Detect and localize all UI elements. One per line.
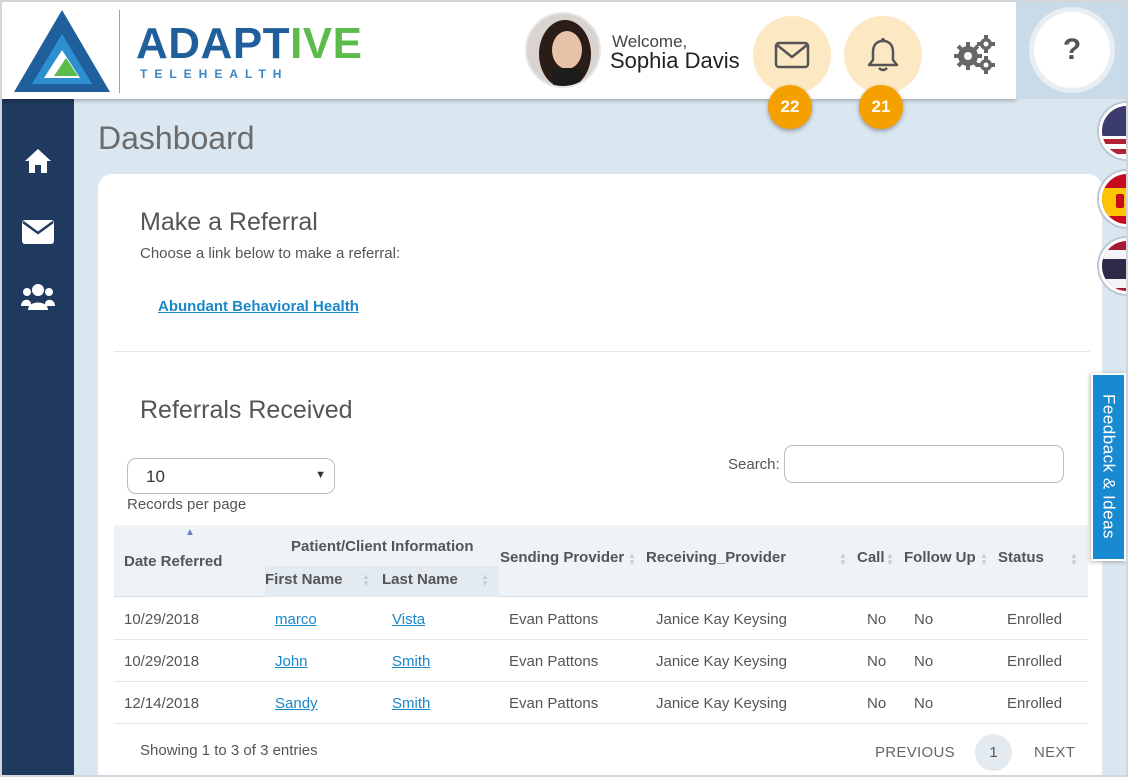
spain-flag-icon[interactable] — [1099, 171, 1128, 227]
search-input[interactable] — [784, 445, 1064, 483]
referrals-received-title: Referrals Received — [140, 396, 353, 424]
settings-gear-icon[interactable] — [952, 34, 996, 74]
cell-receiving-provider: Janice Kay Keysing — [656, 695, 787, 712]
home-icon[interactable] — [2, 141, 74, 181]
column-follow-up[interactable]: Follow Up — [904, 549, 976, 566]
brand-name-part1: ADAPT — [136, 19, 291, 68]
table-row: 12/14/2018 Sandy Smith Evan Pattons Jani… — [114, 682, 1088, 724]
messages-count-badge: 22 — [768, 85, 812, 129]
cell-follow-up: No — [914, 611, 934, 628]
column-receiving-provider[interactable]: Receiving_Provider — [646, 549, 786, 566]
brand-subtitle: TELEHEALTH — [140, 67, 289, 81]
column-date-referred[interactable]: Date Referred — [124, 553, 222, 570]
cell-status: Enrolled — [1007, 695, 1063, 712]
messages-button[interactable] — [753, 16, 831, 94]
cell-call: No — [867, 695, 887, 712]
page-size-select[interactable]: 10 ▼ — [127, 458, 335, 494]
sort-icon[interactable]: ▲ ▼ — [886, 552, 894, 567]
sort-icon[interactable]: ▲ ▼ — [481, 573, 489, 588]
sort-icon[interactable]: ▲ ▼ — [628, 552, 636, 567]
sidebar — [2, 99, 74, 775]
page-title: Dashboard — [98, 120, 255, 156]
records-per-page-label: Records per page — [127, 496, 247, 513]
cell-sending-provider: Evan Pattons — [509, 611, 599, 628]
column-last-name[interactable]: Last Name — [382, 571, 458, 588]
first-name-link[interactable]: John — [275, 653, 308, 670]
bell-icon — [867, 38, 899, 72]
last-name-link[interactable]: Smith — [392, 653, 430, 670]
sort-ascending-icon[interactable]: ▲ — [185, 527, 195, 538]
column-date-referred-label: Date Referred — [124, 553, 223, 570]
column-first-name[interactable]: First Name — [265, 571, 343, 588]
cell-last-name: Vista — [392, 611, 425, 628]
cell-first-name: marco — [275, 611, 317, 628]
adaptive-logo-icon[interactable] — [14, 10, 110, 97]
cell-first-name: John — [275, 653, 308, 670]
entries-summary: Showing 1 to 3 of 3 entries — [140, 742, 318, 759]
notifications-button[interactable] — [844, 16, 922, 94]
cell-last-name: Smith — [392, 653, 430, 670]
page-size-value: 10 — [146, 467, 165, 486]
cell-status: Enrolled — [1007, 653, 1063, 670]
brand-name-part2: IVE — [290, 19, 363, 68]
cell-first-name: Sandy — [275, 695, 318, 712]
first-name-link[interactable]: Sandy — [275, 695, 318, 712]
cell-last-name: Smith — [392, 695, 430, 712]
search-label: Search: — [728, 456, 780, 473]
table-row: 10/29/2018 John Smith Evan Pattons Janic… — [114, 640, 1088, 682]
make-referral-subtitle: Choose a link below to make a referral: — [140, 245, 401, 262]
previous-page-button[interactable]: PREVIOUS — [875, 744, 955, 761]
cell-call: No — [867, 653, 887, 670]
top-header: ADAPTIVE TELEHEALTH Welcome, Sophia Davi… — [2, 2, 1016, 99]
cell-sending-provider: Evan Pattons — [509, 653, 599, 670]
column-status[interactable]: Status — [998, 549, 1044, 566]
notifications-count-badge: 21 — [859, 85, 903, 129]
page-number-button[interactable]: 1 — [975, 734, 1012, 771]
cell-date: 12/14/2018 — [124, 695, 200, 712]
sort-icon[interactable]: ▲ ▼ — [362, 573, 370, 588]
table-header: Date Referred ▲ Patient/Client Informati… — [114, 525, 1088, 597]
brand-name: ADAPTIVE — [136, 22, 362, 66]
logo-divider — [119, 10, 120, 93]
first-name-link[interactable]: marco — [275, 611, 317, 628]
next-page-button[interactable]: NEXT — [1034, 744, 1075, 761]
feedback-label: Feedback & Ideas — [1099, 394, 1119, 540]
make-referral-title: Make a Referral — [140, 208, 318, 236]
help-button[interactable]: ? — [1034, 12, 1110, 88]
dashboard-card: Make a Referral Choose a link below to m… — [98, 174, 1102, 777]
us-flag-icon[interactable] — [1099, 103, 1128, 159]
last-name-link[interactable]: Vista — [392, 611, 425, 628]
thailand-flag-icon[interactable] — [1099, 238, 1128, 294]
cell-status: Enrolled — [1007, 611, 1063, 628]
envelope-icon — [774, 41, 810, 69]
cell-date: 10/29/2018 — [124, 611, 200, 628]
dropdown-arrow-icon: ▼ — [315, 469, 326, 481]
sort-icon[interactable]: ▲ ▼ — [839, 552, 847, 567]
cell-sending-provider: Evan Pattons — [509, 695, 599, 712]
cell-date: 10/29/2018 — [124, 653, 200, 670]
help-zone: ? — [1016, 2, 1126, 99]
patient-info-group-header: Patient/Client Information — [291, 538, 474, 555]
cell-follow-up: No — [914, 695, 934, 712]
sort-icon[interactable]: ▲ ▼ — [1070, 552, 1078, 567]
section-divider — [114, 351, 1090, 352]
last-name-link[interactable]: Smith — [392, 695, 430, 712]
cell-receiving-provider: Janice Kay Keysing — [656, 653, 787, 670]
column-sending-provider[interactable]: Sending Provider — [500, 549, 624, 566]
feedback-tab[interactable]: Feedback & Ideas — [1091, 373, 1126, 561]
cell-receiving-provider: Janice Kay Keysing — [656, 611, 787, 628]
column-call[interactable]: Call — [857, 549, 885, 566]
users-icon[interactable] — [2, 277, 74, 317]
sort-icon[interactable]: ▲ ▼ — [980, 552, 988, 567]
table-row: 10/29/2018 marco Vista Evan Pattons Jani… — [114, 598, 1088, 640]
cell-follow-up: No — [914, 653, 934, 670]
mail-icon[interactable] — [2, 212, 74, 252]
user-avatar[interactable] — [525, 12, 601, 88]
username-text[interactable]: Sophia Davis — [610, 48, 740, 74]
referral-link[interactable]: Abundant Behavioral Health — [158, 298, 359, 315]
cell-call: No — [867, 611, 887, 628]
